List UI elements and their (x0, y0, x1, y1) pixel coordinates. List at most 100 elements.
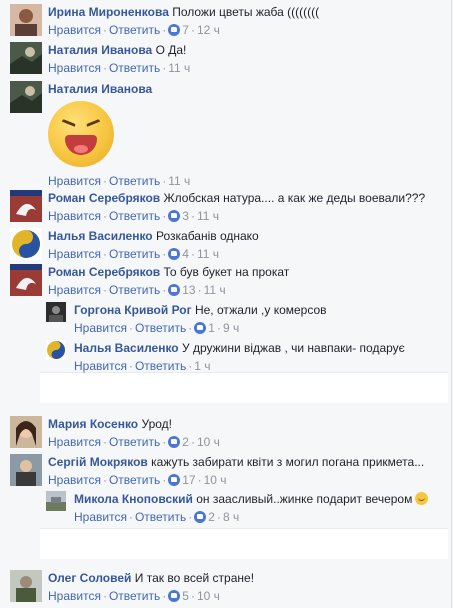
reply-link[interactable]: Ответить (109, 61, 160, 75)
comment-actions: Нравится · Ответить · 13 · 11 ч (48, 283, 226, 297)
comment-time[interactable]: 9 ч (223, 321, 239, 335)
comment-time[interactable]: 10 ч (197, 589, 220, 603)
reply-link[interactable]: Ответить (135, 359, 186, 373)
like-icon[interactable] (168, 248, 181, 260)
like-link[interactable]: Нравится (48, 247, 101, 261)
reply-box[interactable] (40, 372, 448, 403)
comment-text: О Да! (155, 43, 187, 57)
reply-link[interactable]: Ответить (109, 209, 160, 223)
laughing-face-sticker (48, 101, 114, 167)
like-count[interactable]: 3 (182, 209, 189, 223)
like-icon[interactable] (168, 590, 181, 602)
comment-author[interactable]: Ирина Мироненкова (48, 5, 169, 19)
like-count[interactable]: 13 (182, 283, 195, 297)
comment-text: И так во всей стране! (134, 571, 255, 585)
comment-author[interactable]: Налья Василенко (74, 341, 179, 355)
like-link[interactable]: Нравится (48, 61, 101, 75)
like-icon[interactable] (194, 322, 207, 334)
like-count[interactable]: 2 (208, 510, 215, 524)
reply-link[interactable]: Ответить (109, 174, 160, 188)
avatar[interactable] (10, 228, 42, 260)
like-link[interactable]: Нравится (74, 321, 127, 335)
avatar[interactable] (10, 4, 42, 36)
reply-link[interactable]: Ответить (109, 589, 160, 603)
comment-text: он заасливый..жинке подарит вечером (196, 492, 413, 506)
comment-time[interactable]: 11 ч (197, 209, 219, 223)
reply-box[interactable] (40, 528, 448, 559)
like-icon[interactable] (168, 24, 181, 36)
comment-actions: Нравится · Ответить · 2 · 10 ч (48, 435, 220, 449)
avatar[interactable] (10, 190, 42, 222)
like-count[interactable]: 17 (182, 473, 195, 487)
comment-author[interactable]: Сергій Мокряков (48, 455, 148, 469)
avatar[interactable] (46, 340, 66, 360)
comment-actions: Нравится · Ответить · 4 · 11 ч (48, 247, 219, 261)
like-icon[interactable] (168, 210, 181, 222)
like-link[interactable]: Нравится (48, 209, 101, 223)
like-link[interactable]: Нравится (48, 473, 101, 487)
like-count[interactable]: 4 (182, 247, 189, 261)
comment-time[interactable]: 12 ч (197, 23, 220, 37)
like-icon[interactable] (194, 511, 207, 523)
comment-author[interactable]: Наталия Иванова (48, 82, 152, 96)
avatar[interactable] (46, 302, 66, 322)
avatar[interactable] (10, 416, 42, 448)
like-icon[interactable] (168, 284, 181, 296)
comment-time[interactable]: 11 ч (197, 247, 219, 261)
comment-text: Урод! (141, 417, 172, 431)
like-count[interactable]: 2 (182, 435, 189, 449)
comment-time[interactable]: 11 ч (168, 61, 190, 75)
comment-actions: Нравится · Ответить · 2 · 8 ч (74, 510, 240, 524)
comment-time[interactable]: 10 ч (204, 473, 227, 487)
comment-actions: Нравится · Ответить · 11 ч (48, 174, 191, 188)
like-icon[interactable] (168, 474, 181, 486)
like-link[interactable]: Нравится (48, 283, 101, 297)
comment-time[interactable]: 8 ч (223, 510, 239, 524)
like-link[interactable]: Нравится (48, 589, 101, 603)
like-link[interactable]: Нравится (48, 174, 101, 188)
comment-text: Жлобская натура.... а как же деды воевал… (163, 191, 426, 205)
comment-author[interactable]: Мария Косенко (48, 417, 138, 431)
comment-actions: Нравится · Ответить · 1 ч (74, 359, 211, 373)
reply-link[interactable]: Ответить (109, 247, 160, 261)
comment-author[interactable]: Наталия Иванова (48, 43, 152, 57)
comment-author[interactable]: Роман Серебряков (48, 265, 160, 279)
like-count[interactable]: 7 (182, 23, 189, 37)
reply-link[interactable]: Ответить (109, 435, 160, 449)
avatar[interactable] (10, 81, 42, 113)
like-link[interactable]: Нравится (48, 23, 101, 37)
comment-actions: Нравится · Ответить · 17 · 10 ч (48, 473, 227, 487)
comment-time[interactable]: 1 ч (194, 359, 210, 373)
avatar[interactable] (46, 491, 66, 511)
comment-author[interactable]: Роман Серебряков (48, 191, 160, 205)
comments-panel: Ирина Мироненкова Положи цветы жаба ((((… (0, 0, 452, 608)
avatar[interactable] (10, 264, 42, 296)
reply-link[interactable]: Ответить (135, 321, 186, 335)
comment-author[interactable]: Олег Соловей (48, 571, 131, 585)
like-link[interactable]: Нравится (48, 435, 101, 449)
comment-author[interactable]: Горгона Кривой Рог (74, 303, 192, 317)
comment-text: Не, отжали ,у комерсов (194, 303, 327, 317)
reply-link[interactable]: Ответить (109, 473, 160, 487)
like-link[interactable]: Нравится (74, 359, 127, 373)
like-count[interactable]: 5 (182, 589, 189, 603)
like-count[interactable]: 1 (208, 321, 215, 335)
like-link[interactable]: Нравится (74, 510, 127, 524)
comment-author[interactable]: Микола Кноповский (74, 492, 193, 506)
comment-time[interactable]: 11 ч (204, 283, 226, 297)
smile-emoji-icon (415, 492, 429, 505)
avatar[interactable] (10, 570, 42, 602)
avatar[interactable] (10, 42, 42, 74)
comment-time[interactable]: 10 ч (197, 435, 220, 449)
comment-text: кажуть забирати квіти з могил погана при… (151, 455, 425, 469)
reply-link[interactable]: Ответить (109, 23, 160, 37)
avatar[interactable] (10, 454, 42, 486)
comment-time[interactable]: 11 ч (168, 174, 190, 188)
comment-author[interactable]: Налья Василенко (48, 229, 153, 243)
like-icon[interactable] (168, 436, 181, 448)
comment-actions: Нравится · Ответить · 5 · 10 ч (48, 589, 220, 603)
comment-text: Положи цветы жаба (((((((( (172, 5, 320, 19)
comment-actions: Нравится · Ответить · 1 · 9 ч (74, 321, 240, 335)
reply-link[interactable]: Ответить (135, 510, 186, 524)
reply-link[interactable]: Ответить (109, 283, 160, 297)
